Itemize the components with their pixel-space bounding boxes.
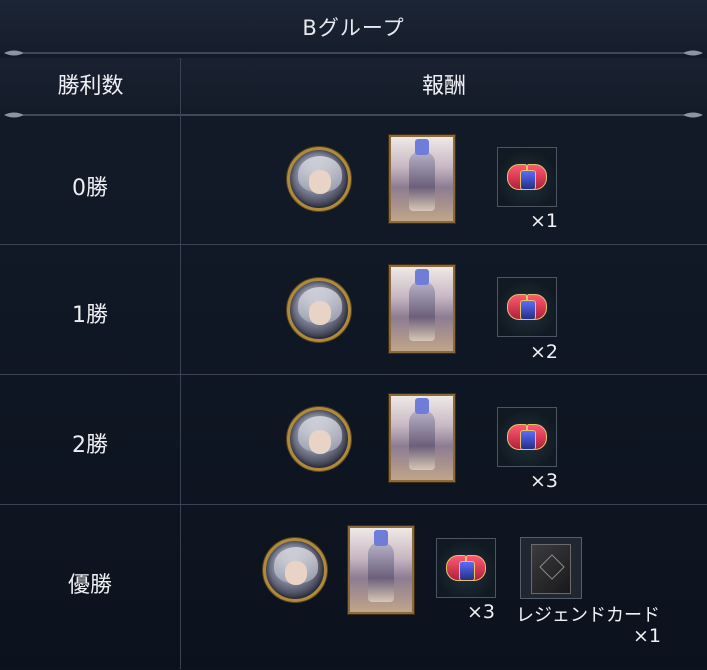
- character-coin-icon: [287, 147, 351, 211]
- character-coin-icon: [263, 538, 327, 602]
- header-wins: 勝利数: [57, 74, 124, 99]
- character-card-icon: [348, 526, 414, 614]
- row-wins-label: 2勝: [72, 433, 108, 458]
- item-quantity: ×3: [530, 470, 559, 492]
- item-quantity: ×3: [467, 601, 496, 623]
- item-quantity: ×2: [530, 341, 559, 363]
- reward-panel: Bグループ 勝利数 報酬 0勝 ×1 1勝 ×2 2勝 ×3 優勝 ×3 レジェ…: [0, 0, 707, 669]
- header-rewards: 報酬: [421, 74, 466, 99]
- character-coin-icon: [287, 278, 351, 342]
- character-card-icon: [389, 265, 455, 353]
- table-header: 勝利数 報酬: [0, 58, 707, 110]
- character-coin-icon: [287, 407, 351, 471]
- character-card-icon: [389, 135, 455, 223]
- legend-card-icon: [520, 537, 582, 599]
- axe-emblem-item-icon: [497, 277, 557, 337]
- axe-emblem-item-icon: [436, 538, 496, 598]
- table-row: 0勝 ×1: [0, 118, 707, 244]
- axe-emblem-item-icon: [497, 407, 557, 467]
- axe-emblem-item-icon: [497, 147, 557, 207]
- legend-card-quantity: ×1: [633, 625, 662, 647]
- row-wins-label: 優勝: [67, 573, 112, 598]
- row-wins-label: 0勝: [72, 176, 108, 201]
- group-title: Bグループ: [0, 0, 707, 53]
- legend-card-label: レジェンドカード: [516, 605, 660, 626]
- table-row: 優勝 ×3 レジェンドカード ×1: [0, 504, 707, 670]
- table-row: 2勝 ×3: [0, 374, 707, 505]
- row-wins-label: 1勝: [72, 303, 108, 328]
- table-row: 1勝 ×2: [0, 244, 707, 375]
- title-ornament: [0, 48, 707, 58]
- character-card-icon: [389, 394, 455, 482]
- item-quantity: ×1: [530, 210, 559, 232]
